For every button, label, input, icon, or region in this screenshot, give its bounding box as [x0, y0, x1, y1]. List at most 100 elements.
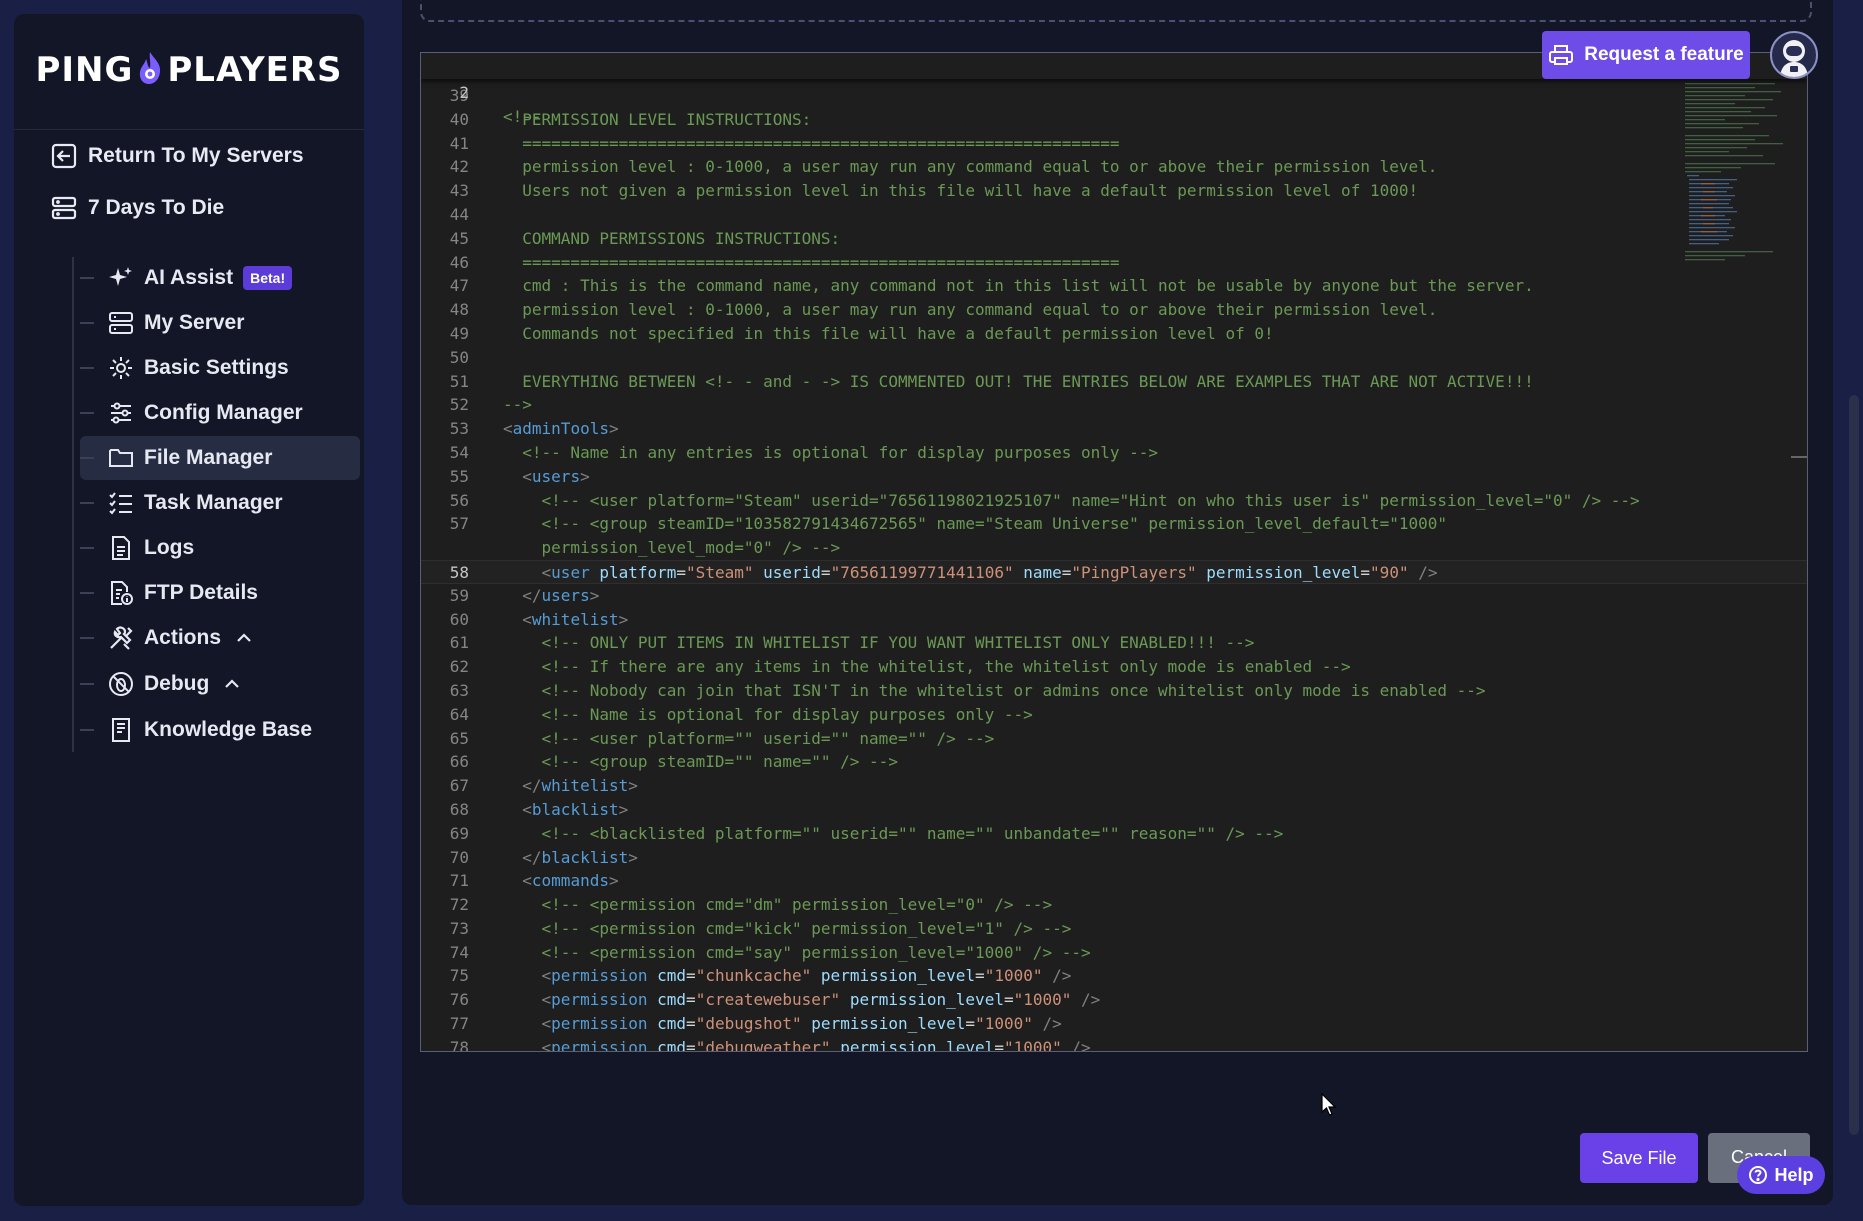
- code-text: <user platform="Steam" userid="765611997…: [541, 562, 1438, 582]
- code-line[interactable]: 56 <!-- <user platform="Steam" userid="7…: [421, 489, 1807, 513]
- brand-logo[interactable]: PING PLAYERS: [14, 14, 364, 130]
- code-line[interactable]: 41 =====================================…: [421, 132, 1807, 156]
- code-line[interactable]: permission_level_mod="0" /> -->: [421, 536, 1807, 560]
- line-number: 77: [449, 1014, 469, 1034]
- line-number: 52: [449, 395, 469, 415]
- line-number: 72: [449, 895, 469, 915]
- line-number: 74: [449, 942, 469, 962]
- sidebar-item-knowledge-base[interactable]: Knowledge Base: [80, 708, 360, 752]
- code-line[interactable]: 55 <users>: [421, 465, 1807, 489]
- sidebar-item-my-server[interactable]: My Server: [80, 301, 360, 345]
- sidebar-item-logs[interactable]: Logs: [80, 526, 360, 570]
- code-line[interactable]: 45 COMMAND PERMISSIONS INSTRUCTIONS:: [421, 227, 1807, 251]
- code-line[interactable]: 42 permission level : 0-1000, a user may…: [421, 155, 1807, 179]
- server-name: 7 Days To Die: [88, 196, 225, 219]
- sidebar-item-basic-settings[interactable]: Basic Settings: [80, 346, 360, 390]
- sidebar-item-label: Config Manager: [144, 401, 303, 424]
- code-line[interactable]: 48 permission level : 0-1000, a user may…: [421, 298, 1807, 322]
- code-line[interactable]: 74 <!-- <permission cmd="say" permission…: [421, 941, 1807, 965]
- code-text: cmd : This is the command name, any comm…: [503, 276, 1534, 296]
- sidebar-item-file-manager[interactable]: File Manager: [80, 436, 360, 480]
- help-button[interactable]: Help: [1737, 1156, 1825, 1194]
- code-text: Commands not specified in this file will…: [503, 323, 1274, 343]
- chevron-up-icon[interactable]: [235, 629, 253, 647]
- gear-icon: [108, 355, 134, 381]
- help-label: Help: [1774, 1164, 1814, 1185]
- code-line[interactable]: 40 PERMISSION LEVEL INSTRUCTIONS:: [421, 108, 1807, 132]
- code-line[interactable]: 73 <!-- <permission cmd="kick" permissio…: [421, 917, 1807, 941]
- code-line[interactable]: 49 Commands not specified in this file w…: [421, 322, 1807, 346]
- line-number: 56: [449, 490, 469, 510]
- code-line[interactable]: 47 cmd : This is the command name, any c…: [421, 274, 1807, 298]
- code-line[interactable]: 46 =====================================…: [421, 251, 1807, 275]
- code-line[interactable]: 60 <whitelist>: [421, 608, 1807, 632]
- editor-minimap[interactable]: [1683, 79, 1793, 279]
- sidebar-item-label: Actions: [144, 626, 222, 649]
- code-line[interactable]: 64 <!-- Name is optional for display pur…: [421, 703, 1807, 727]
- request-feature-button[interactable]: Request a feature: [1542, 31, 1750, 79]
- code-line[interactable]: 75 <permission cmd="chunkcache" permissi…: [421, 964, 1807, 988]
- brand-name-left: PING: [35, 50, 134, 90]
- code-text: <!-- <user platform="" userid="" name=""…: [503, 728, 995, 748]
- save-file-button[interactable]: Save File: [1580, 1133, 1698, 1183]
- sparkles-icon: [108, 265, 134, 291]
- code-line[interactable]: 69 <!-- <blacklisted platform="" userid=…: [421, 822, 1807, 846]
- code-line[interactable]: 76 <permission cmd="createwebuser" permi…: [421, 988, 1807, 1012]
- code-line[interactable]: 71 <commands>: [421, 869, 1807, 893]
- code-line[interactable]: 66 <!-- <group steamID="" name="" /> -->: [421, 750, 1807, 774]
- sidebar: PING PLAYERS Return To My Servers 7 Days …: [14, 14, 364, 1206]
- code-text: <users>: [522, 466, 590, 486]
- code-line[interactable]: 63 <!-- Nobody can join that ISN'T in th…: [421, 679, 1807, 703]
- code-line[interactable]: 68 <blacklist>: [421, 798, 1807, 822]
- chevron-up-icon[interactable]: [223, 675, 241, 693]
- code-text: ========================================…: [503, 133, 1120, 153]
- code-line[interactable]: 70 </blacklist>: [421, 846, 1807, 870]
- editor-sticky-line: 2 <!--: [459, 83, 542, 126]
- tree-line: [72, 257, 74, 752]
- line-number: 44: [449, 204, 469, 224]
- code-line[interactable]: 52 -->: [421, 393, 1807, 417]
- line-number: 64: [449, 704, 469, 724]
- line-number: 70: [449, 847, 469, 867]
- sidebar-item-label: AI Assist: [144, 266, 234, 289]
- page-scrollbar[interactable]: [1849, 395, 1859, 1135]
- arrow-left-box-icon: [50, 142, 78, 170]
- code-line[interactable]: 44: [421, 203, 1807, 227]
- code-line[interactable]: 53 <adminTools>: [421, 417, 1807, 441]
- code-editor[interactable]: 2 <!-- 39 40 PERMISSION LEVEL INSTRUCTION…: [420, 52, 1808, 1052]
- upload-dropzone[interactable]: [420, 0, 1812, 22]
- code-line[interactable]: 58 <user platform="Steam" userid="765611…: [421, 559, 1807, 584]
- code-text: COMMAND PERMISSIONS INSTRUCTIONS:: [503, 228, 841, 248]
- user-avatar[interactable]: [1770, 31, 1818, 79]
- sidebar-item-debug[interactable]: Debug: [80, 662, 360, 706]
- sidebar-item-actions[interactable]: Actions: [80, 616, 360, 660]
- code-line[interactable]: 39: [421, 84, 1807, 108]
- code-line[interactable]: 78 <permission cmd="debugweather" permis…: [421, 1036, 1807, 1051]
- code-line[interactable]: 51 EVERYTHING BETWEEN <!- - and - -> IS …: [421, 370, 1807, 394]
- code-line[interactable]: 62 <!-- If there are any items in the wh…: [421, 655, 1807, 679]
- sidebar-item-config-manager[interactable]: Config Manager: [80, 391, 360, 435]
- return-to-servers-link[interactable]: Return To My Servers: [50, 142, 304, 170]
- sidebar-item-task-manager[interactable]: Task Manager: [80, 481, 360, 525]
- code-line[interactable]: 59 </users>: [421, 584, 1807, 608]
- sidebar-item-label: Basic Settings: [144, 356, 289, 379]
- sidebar-item-ai-assist[interactable]: AI Assist Beta!: [80, 256, 360, 300]
- line-number: 73: [449, 918, 469, 938]
- code-text: <!-- <group steamID="" name="" /> -->: [503, 752, 898, 772]
- code-line[interactable]: 61 <!-- ONLY PUT ITEMS IN WHITELIST IF Y…: [421, 631, 1807, 655]
- code-line[interactable]: 50: [421, 346, 1807, 370]
- code-line[interactable]: 67 </whitelist>: [421, 774, 1807, 798]
- editor-lines[interactable]: 39 40 PERMISSION LEVEL INSTRUCTIONS: 41 ==…: [421, 84, 1807, 1051]
- server-header[interactable]: 7 Days To Die: [50, 194, 224, 222]
- code-line[interactable]: 77 <permission cmd="debugshot" permissio…: [421, 1012, 1807, 1036]
- code-text: -->: [503, 395, 532, 415]
- code-line[interactable]: 72 <!-- <permission cmd="dm" permission_…: [421, 893, 1807, 917]
- code-line[interactable]: 65 <!-- <user platform="" userid="" name…: [421, 727, 1807, 751]
- line-number: 59: [449, 585, 469, 605]
- code-line[interactable]: 57 <!-- <group steamID="1035827914346725…: [421, 512, 1807, 536]
- sidebar-item-ftp-details[interactable]: FTP Details: [80, 571, 360, 615]
- code-line[interactable]: 43 Users not given a permission level in…: [421, 179, 1807, 203]
- code-line[interactable]: 54 <!-- Name in any entries is optional …: [421, 441, 1807, 465]
- code-text: </whitelist>: [522, 776, 638, 796]
- mouse-cursor-icon: [1321, 1093, 1337, 1116]
